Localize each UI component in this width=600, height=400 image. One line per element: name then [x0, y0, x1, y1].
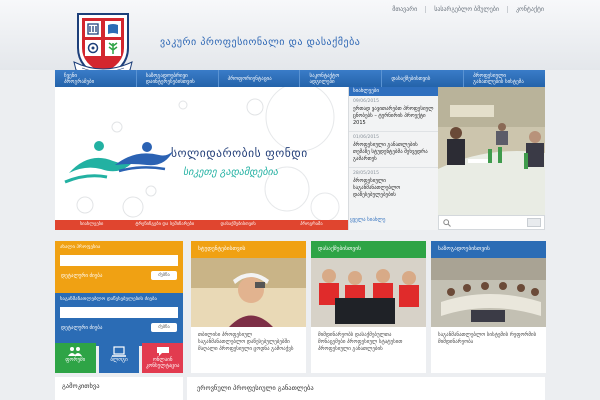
- people-icon: [68, 347, 83, 356]
- advanced-search-link[interactable]: დეტალური ძიება: [61, 325, 102, 331]
- news-item[interactable]: 09/06/2015 ერთად ვავითარებთ პროფესიულ ცნ…: [349, 96, 438, 132]
- national-education-title: ეროვნული პროფესიული განათლება: [197, 384, 314, 392]
- top-link-contact[interactable]: კონტაქტი: [507, 6, 544, 13]
- nav-item-contacts[interactable]: საკონტაქტო ადგილები: [300, 70, 383, 87]
- widget-title: ახალი პროფესია: [60, 245, 101, 250]
- news-heading: სიახლეები: [349, 87, 438, 96]
- card-title[interactable]: დასაქმებისთვის: [311, 241, 426, 258]
- banner-tabs: სიახლეები ტრენინგები და სემინარები დასაქ…: [55, 220, 348, 230]
- top-link-home[interactable]: მთავარი: [384, 6, 417, 13]
- all-news-link[interactable]: ყველა სიახლე: [350, 217, 385, 223]
- card-text: თბილისი პროფესიულ საგანმანათლებლო დაწესე…: [198, 332, 294, 352]
- news-date: 09/06/2015: [353, 99, 379, 104]
- banner-tab-trainings[interactable]: ტრენინგები და სემინარები: [128, 220, 201, 230]
- nav-line-2: დაინტერესებისთვის: [145, 78, 195, 85]
- nav-item-education-system[interactable]: პროფესიული განათლების სისტემა: [464, 70, 545, 87]
- chat-icon: [156, 347, 169, 356]
- nav-line-2: ადგილები: [309, 78, 335, 85]
- employment-card[interactable]: დასაქმებისთვის მიმდინარეობს დასაქმებულთა…: [311, 241, 426, 373]
- quick-links: ფორუმი ბლოგი ონლაინ კონსულტაცია: [55, 343, 184, 373]
- card-text: საგანმანათლებლო სისტემის რეფორმის მიმდინ…: [438, 332, 537, 345]
- news-date: 28/05/2015: [353, 171, 379, 176]
- consultation-label: ონლაინ კონსულტაცია: [145, 357, 180, 369]
- news-item[interactable]: 01/06/2015 პროფესიული განათლების თემაზე …: [349, 132, 438, 168]
- news-item[interactable]: 28/05/2015 პროფესიული საგანმანათლებლო და…: [349, 168, 438, 203]
- poll-box: გამოკითხვა: [55, 377, 183, 400]
- search-icon: [443, 219, 451, 227]
- national-education-box: ეროვნული პროფესიული განათლება: [187, 377, 545, 400]
- students-card[interactable]: სტუდენტებისთვის თბილისი პროფესიულ საგანმ…: [191, 241, 306, 373]
- widget-title: საგანმანათლებლო დაწესებულების ძიება: [60, 297, 157, 302]
- card-text: მიმდინარეობს დასაქმებულთა მონაცემები პრო…: [318, 332, 403, 352]
- consultation-tile[interactable]: ონლაინ კონსულტაცია: [142, 343, 184, 373]
- blog-label: ბლოგი: [110, 357, 128, 363]
- card-title[interactable]: სტუდენტებისთვის: [191, 241, 306, 258]
- computer-icon: [112, 346, 126, 357]
- profession-search-widget: ახალი პროფესია დეტალური ძიება ძებნა: [55, 241, 183, 294]
- nav-line-1: პროფორიენტაცია: [227, 75, 272, 82]
- banner-tab-employment[interactable]: დასაქმებისთვის: [202, 220, 275, 230]
- card-image: [191, 258, 306, 327]
- profession-search-input[interactable]: [60, 255, 178, 266]
- nav-line-2: განათლების სისტემა: [473, 78, 524, 85]
- card-image: [431, 258, 546, 327]
- nav-item-public[interactable]: საზოგადოებრივი დაინტერესებისთვის: [137, 70, 219, 87]
- nav-line-1: დასაქმებისთვის: [391, 75, 431, 82]
- meeting-photo: [438, 87, 545, 215]
- top-link-useful[interactable]: სასარგებლო ბმულები: [425, 6, 499, 13]
- conference-photo: [431, 258, 546, 327]
- forum-tile[interactable]: ფორუმი: [55, 343, 96, 373]
- banner-tab-news[interactable]: სიახლეები: [55, 220, 128, 230]
- news-title[interactable]: ერთად ვავითარებთ პროფესიულ ცნობებს – ტურ…: [353, 106, 434, 127]
- banner-tagline: სიკეთე გადამდებია: [183, 167, 278, 178]
- main-nav: ჩვენი პროგრამები საზოგადოებრივი დაინტერესე…: [55, 70, 545, 87]
- student-photo: [191, 258, 306, 327]
- banner-headline: სოლიდარობის ფონდი: [171, 146, 308, 160]
- institution-search-widget: საგანმანათლებლო დაწესებულების ძიება დეტა…: [55, 293, 183, 346]
- site-title[interactable]: ვაკური პროფესიონალი და დასაქმება: [160, 37, 360, 48]
- blog-tile[interactable]: ბლოგი: [98, 343, 140, 373]
- workers-photo: [311, 258, 426, 327]
- banner-tab-program[interactable]: პროგრამა: [275, 220, 348, 230]
- search-box[interactable]: [438, 215, 545, 230]
- card-title[interactable]: საზოგადოებისთვის: [431, 241, 546, 258]
- nav-line-2: პროგრამები: [64, 78, 95, 85]
- search-button[interactable]: [527, 218, 541, 227]
- nav-item-orientation[interactable]: პროფორიენტაცია: [219, 70, 301, 87]
- news-date: 01/06/2015: [353, 135, 379, 140]
- search-input[interactable]: [453, 218, 523, 227]
- forum-label: ფორუმი: [65, 357, 86, 363]
- news-photo[interactable]: [438, 87, 545, 215]
- institution-search-button[interactable]: ძებნა: [151, 323, 177, 332]
- news-title[interactable]: პროფესიული განათლების თემაზე სტუდენტებმა…: [353, 142, 434, 163]
- top-links: მთავარი სასარგებლო ბმულები კონტაქტი: [384, 6, 544, 13]
- profession-search-button[interactable]: ძებნა: [151, 271, 177, 280]
- society-card[interactable]: საზოგადოებისთვის საგანმანათლებლო სისტემი…: [431, 241, 546, 373]
- advanced-search-link[interactable]: დეტალური ძიება: [61, 273, 102, 279]
- card-image: [311, 258, 426, 327]
- hero-banner[interactable]: სოლიდარობის ფონდი სიკეთე გადამდებია: [55, 87, 348, 220]
- poll-title: გამოკითხვა: [62, 382, 100, 390]
- nav-item-employment[interactable]: დასაქმებისთვის: [382, 70, 465, 87]
- institution-search-input[interactable]: [60, 307, 178, 318]
- news-title[interactable]: პროფესიული საგანმანათლებლო დაწესებულებებ…: [353, 178, 434, 199]
- nav-item-programs[interactable]: ჩვენი პროგრამები: [55, 70, 137, 87]
- news-panel: სიახლეები 09/06/2015 ერთად ვავითარებთ პრ…: [348, 87, 438, 230]
